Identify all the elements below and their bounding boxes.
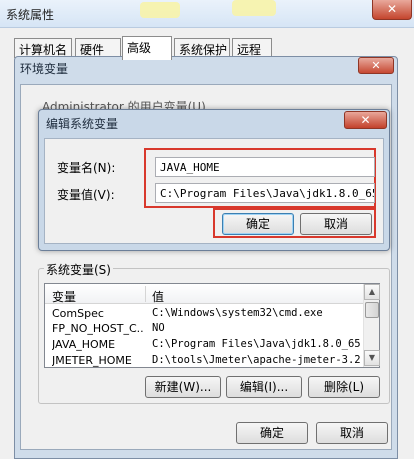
system-properties-titlebar: 系统属性 [0, 0, 414, 28]
variable-name-label: 变量名(N): [57, 161, 116, 175]
system-properties-title: 系统属性 [6, 8, 55, 22]
variable-name-input[interactable]: JAVA_HOME [155, 157, 375, 177]
tab-label: 高级 [127, 41, 152, 55]
edit-close-button[interactable]: ✕ [344, 111, 387, 129]
env-ok-button[interactable]: 确定 [236, 422, 308, 444]
row-name[interactable]: FP_NO_HOST_C... [52, 322, 144, 337]
scroll-down-icon[interactable]: ▼ [364, 350, 380, 366]
tab-system-protection[interactable]: 系统保护 [174, 38, 230, 58]
row-name[interactable]: JMETER_HOME [52, 354, 144, 367]
outer-close-button[interactable]: ✕ [372, 0, 412, 20]
delete-variable-button[interactable]: 删除(L) [308, 376, 380, 398]
list-header [45, 284, 363, 304]
column-separator [145, 286, 146, 302]
close-icon: ✕ [386, 2, 398, 16]
list-scrollbar[interactable]: ▲ ▼ [363, 284, 380, 367]
env-close-button[interactable]: ✕ [358, 57, 394, 74]
edit-dialog-title: 编辑系统变量 [46, 117, 119, 131]
tab-hardware[interactable]: 硬件 [75, 38, 121, 58]
tab-advanced[interactable]: 高级 [122, 36, 172, 60]
variable-value-label: 变量值(V): [57, 188, 115, 202]
row-value[interactable]: D:\tools\Jmeter\apache-jmeter-3.2 [152, 354, 362, 367]
tab-computer-name[interactable]: 计算机名 [14, 38, 72, 58]
row-value[interactable]: NO [152, 322, 362, 337]
row-name[interactable]: JAVA_HOME [52, 338, 144, 353]
tab-label: 系统保护 [179, 43, 228, 57]
tab-label: 计算机名 [19, 43, 68, 57]
scroll-thumb[interactable] [365, 302, 379, 318]
tab-label: 硬件 [80, 43, 105, 57]
row-name[interactable]: ComSpec [52, 307, 144, 322]
edit-ok-button[interactable]: 确定 [222, 213, 294, 235]
tab-label: 远程 [237, 43, 262, 57]
environment-variables-title: 环境变量 [20, 62, 69, 76]
edit-cancel-button[interactable]: 取消 [300, 213, 372, 235]
variable-value-input[interactable]: C:\Program Files\Java\jdk1.8.0_65 [155, 183, 375, 203]
row-value[interactable]: C:\Program Files\Java\jdk1.8.0_65 [152, 338, 362, 353]
close-icon: ✕ [360, 113, 371, 127]
background-artifact [232, 0, 276, 16]
tab-remote[interactable]: 远程 [232, 38, 272, 58]
column-header-variable[interactable]: 变量 [52, 288, 76, 305]
background-artifact [140, 2, 180, 18]
row-value[interactable]: C:\Windows\system32\cmd.exe [152, 307, 362, 322]
edit-variable-button[interactable]: 编辑(I)... [226, 376, 302, 398]
column-header-value[interactable]: 值 [152, 288, 164, 305]
system-variables-label: 系统变量(S) [44, 261, 113, 278]
scroll-up-icon[interactable]: ▲ [364, 284, 380, 300]
close-icon: ✕ [371, 59, 381, 72]
env-cancel-button[interactable]: 取消 [316, 422, 388, 444]
new-variable-button[interactable]: 新建(W)... [145, 376, 221, 398]
